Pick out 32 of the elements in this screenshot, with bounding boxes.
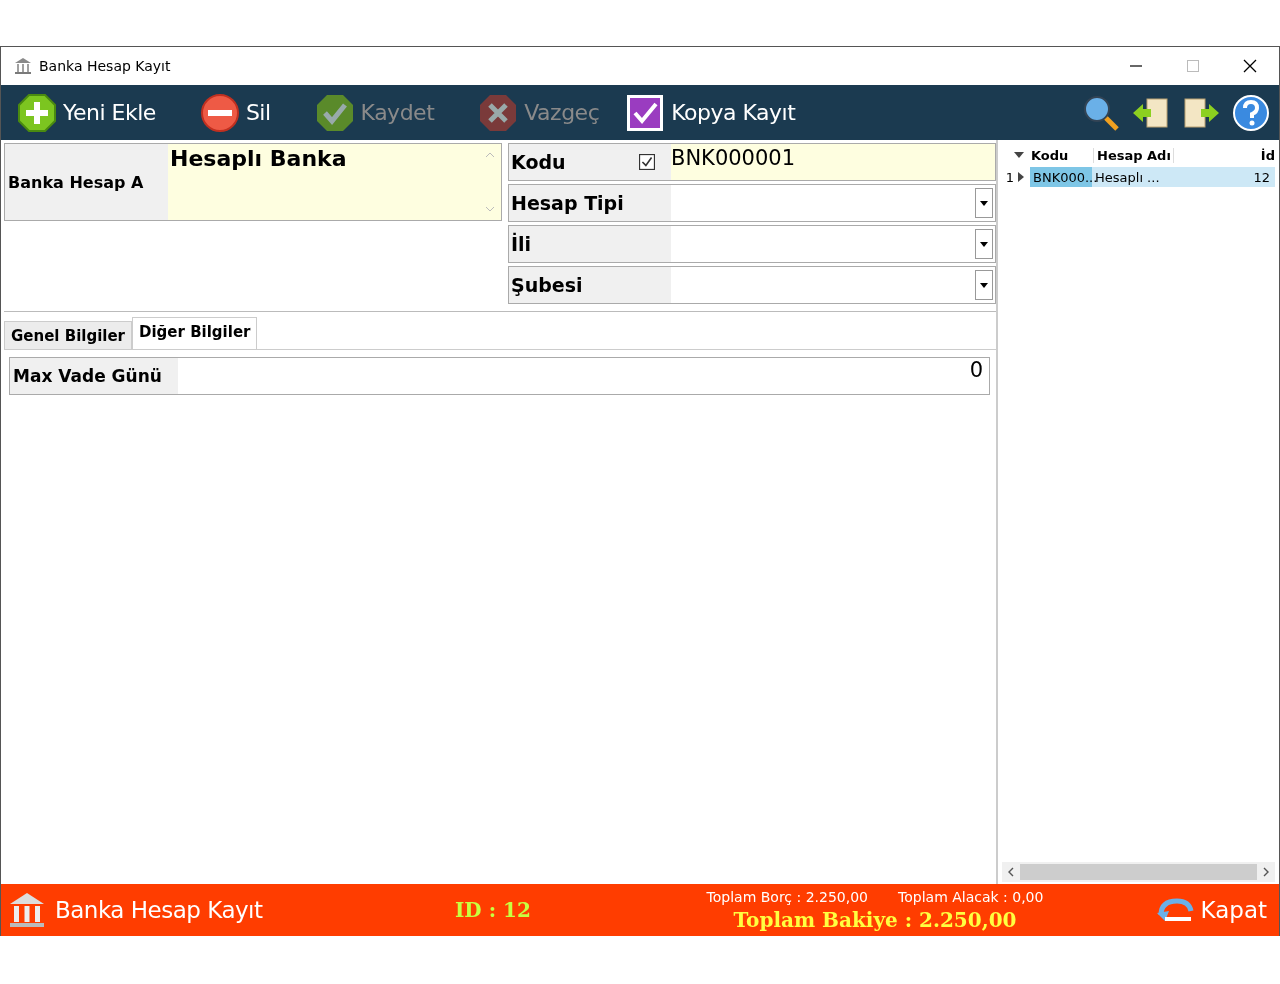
sort-arrow-icon — [1014, 152, 1024, 158]
grid-row[interactable]: BNK000...Hesaplı ... 12 — [1030, 167, 1275, 187]
minus-icon — [199, 92, 240, 133]
scroll-left-icon[interactable] — [1008, 867, 1014, 877]
toolbar-button[interactable]: Kopya Kayıt — [625, 92, 796, 133]
cross-icon — [478, 92, 519, 133]
total-balance: Toplam Bakiye : 2.250,00 — [733, 907, 1017, 932]
close-icon[interactable] — [1243, 59, 1257, 73]
column-header[interactable]: Hesap Adı — [1094, 147, 1174, 163]
scroll-right-icon[interactable] — [1263, 867, 1269, 877]
checkmark-icon — [314, 92, 355, 133]
tab[interactable]: Diğer Bilgiler — [132, 317, 258, 349]
column-header[interactable]: Kodu — [1028, 147, 1094, 163]
record-id: ID : 12 — [455, 898, 532, 922]
toolbar-button[interactable]: Yeni Ekle — [17, 92, 156, 133]
column-header[interactable]: İd — [1174, 147, 1275, 163]
table-cell-text: 12 — [1252, 168, 1271, 187]
bank-icon — [13, 56, 33, 76]
toolbar-button[interactable]: Sil — [199, 92, 271, 133]
window-title: Banka Hesap Kayıt — [39, 58, 171, 74]
horizontal-scrollbar[interactable] — [1002, 862, 1275, 882]
close-button[interactable]: Kapat — [1154, 895, 1267, 925]
footer-title: Banka Hesap Kayıt — [55, 897, 264, 923]
row-pointer-icon — [1018, 172, 1024, 182]
total-debit: Toplam Borç : 2.250,00 — [706, 888, 869, 905]
tab[interactable]: Genel Bilgiler — [4, 321, 132, 349]
checkbox-icon — [625, 92, 666, 133]
bank-icon — [7, 890, 47, 930]
total-credit: Toplam Alacak : 0,00 — [898, 888, 1044, 905]
row-number: 1 — [1004, 169, 1014, 185]
help-icon[interactable] — [1231, 92, 1271, 133]
plus-icon — [17, 92, 57, 133]
